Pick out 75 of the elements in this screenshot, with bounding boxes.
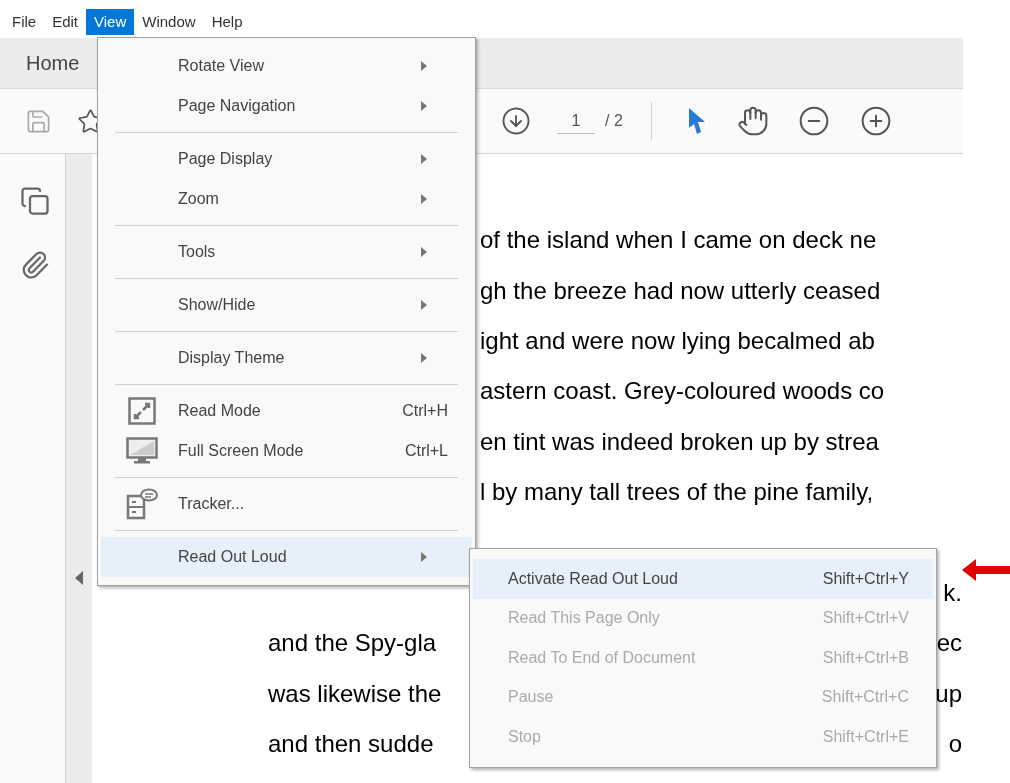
submenu-arrow-icon: [421, 61, 427, 71]
shortcut-label: Shift+Ctrl+V: [822, 608, 909, 629]
menu-item-label: Tools: [178, 242, 216, 262]
menu-bar-item[interactable]: Help: [203, 9, 251, 35]
menu-item-label: Read This Page Only: [508, 608, 660, 629]
document-text: and the Spy-gla: [268, 628, 437, 659]
document-text: en tint was indeed broken up by strea: [480, 426, 879, 457]
submenu-arrow-icon: [421, 194, 427, 204]
arrow-down-circle-icon[interactable]: [501, 106, 531, 136]
menu-item-label: Activate Read Out Loud: [508, 568, 678, 589]
menu-item-label: Tracker...: [178, 494, 245, 514]
submenu-arrow-icon: [421, 247, 427, 257]
document-text: k.: [943, 577, 963, 608]
document-text: gh the breeze had now utterly ceased: [480, 275, 881, 306]
menu-item[interactable]: Read Mode Ctrl+H: [101, 391, 472, 431]
menu-item-label: Show/Hide: [178, 295, 256, 315]
home-tab[interactable]: Home: [26, 48, 80, 78]
menu-bar-item[interactable]: View: [86, 9, 135, 35]
menu-item[interactable]: Tools: [101, 232, 472, 272]
menu-item-label: Display Theme: [178, 348, 285, 368]
menu-item[interactable]: Full Screen Mode Ctrl+L: [101, 431, 472, 471]
pointer-arrow-icon: [962, 559, 1010, 581]
menu-item[interactable]: Activate Read Out Loud Shift+Ctrl+Y: [473, 559, 933, 599]
menu-bar-item[interactable]: Window: [134, 9, 204, 35]
shortcut-label: Shift+Ctrl+C: [821, 687, 909, 708]
pages-icon[interactable]: [19, 186, 50, 216]
document-text: o: [948, 729, 963, 760]
menu-item[interactable]: Read Out Loud: [101, 537, 472, 577]
menu-item-label: Zoom: [178, 189, 219, 209]
menu-item[interactable]: Rotate View: [101, 46, 472, 86]
page-number-field[interactable]: 1: [557, 108, 595, 134]
menu-item[interactable]: Page Display: [101, 139, 472, 179]
zoom-in-icon[interactable]: [859, 105, 892, 137]
zoom-out-icon[interactable]: [797, 105, 830, 137]
page-total: / 2: [605, 111, 623, 131]
menu-item-label: Rotate View: [178, 56, 264, 76]
document-text: up: [935, 678, 963, 709]
menu-item-label: Pause: [508, 687, 554, 708]
menu-bar-item[interactable]: Edit: [44, 9, 87, 35]
shortcut-label: Shift+Ctrl+Y: [822, 568, 909, 589]
submenu-arrow-icon: [421, 300, 427, 310]
pointer-icon[interactable]: [686, 107, 707, 135]
document-text: ec: [936, 628, 963, 659]
shortcut-label: Shift+Ctrl+E: [822, 726, 909, 747]
document-text: of the island when I came on deck ne: [480, 225, 877, 256]
document-text: ight and were now lying becalmed ab: [480, 325, 875, 356]
menu-item-label: Read To End of Document: [508, 647, 696, 668]
menu-item-label: Stop: [508, 726, 541, 747]
submenu-arrow-icon: [421, 353, 427, 363]
submenu-arrow-icon: [421, 552, 427, 562]
menu-item[interactable]: Tracker...: [101, 484, 472, 524]
monitor-icon: [125, 437, 158, 465]
menu-item-label: Read Out Loud: [178, 547, 287, 567]
submenu-arrow-icon: [421, 154, 427, 164]
menu-item-label: Read Mode: [178, 401, 261, 421]
menu-item[interactable]: Show/Hide: [101, 285, 472, 325]
document-text: was likewise the: [268, 678, 442, 709]
menu-item-label: Full Screen Mode: [178, 441, 304, 461]
shortcut-label: Ctrl+L: [404, 441, 448, 461]
expand-icon: [127, 397, 156, 425]
document-text: l by many tall trees of the pine family,: [480, 477, 874, 508]
shortcut-label: Ctrl+H: [402, 401, 448, 421]
menu-item-label: Page Navigation: [178, 96, 296, 116]
document-text: and then sudde: [268, 729, 434, 760]
shortcut-label: Shift+Ctrl+B: [822, 647, 909, 668]
menu-bar-item[interactable]: File: [4, 9, 45, 35]
menu-item[interactable]: Display Theme: [101, 338, 472, 378]
collapse-arrow-icon[interactable]: [75, 571, 83, 585]
menu-item[interactable]: Zoom: [101, 179, 472, 219]
submenu-arrow-icon: [421, 101, 427, 111]
menu-item-label: Page Display: [178, 149, 273, 169]
document-text: astern coast. Grey-coloured woods co: [480, 376, 885, 407]
cabinet-chat-icon: [125, 488, 158, 520]
hand-icon[interactable]: [736, 105, 769, 137]
menu-item[interactable]: Page Navigation: [101, 86, 472, 126]
